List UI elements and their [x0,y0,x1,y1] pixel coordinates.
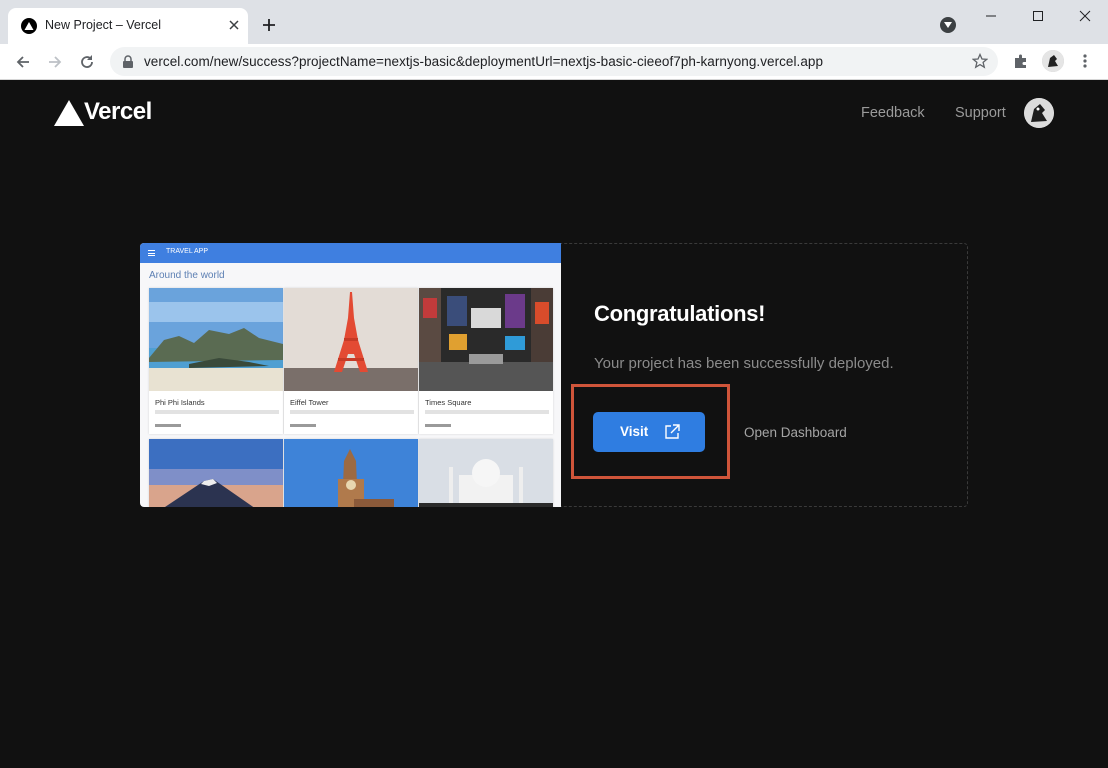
maximize-icon[interactable] [1028,6,1048,26]
browser-menu-icon[interactable] [1077,52,1093,70]
browser-tab-bar: New Project – Vercel [0,0,1108,44]
external-link-icon [663,423,681,446]
tile-learn-more [155,424,181,427]
preview-tile-eiffel: Eiffel Tower [284,288,418,434]
preview-app-title: TRAVEL APP [166,248,209,255]
tile-title: Eiffel Tower [290,398,329,407]
url-text[interactable]: vercel.com/new/success?projectName=nextj… [144,54,823,69]
reload-icon[interactable] [77,52,97,72]
eiffel-tower-photo [284,288,418,391]
tile-learn-more [290,424,316,427]
feedback-link[interactable]: Feedback [861,105,925,121]
preview-app-bar: TRAVEL APP [140,243,561,263]
open-dashboard-link[interactable]: Open Dashboard [744,425,847,440]
phi-phi-islands-photo [149,288,283,391]
tab-title: New Project – Vercel [45,18,162,32]
browser-toolbar: vercel.com/new/success?projectName=nextj… [0,44,1108,80]
taj-mahal-photo [419,439,553,507]
big-ben-photo [284,439,418,507]
preview-tile-taj-mahal [419,439,553,507]
close-window-icon[interactable] [1075,6,1095,26]
address-bar[interactable]: vercel.com/new/success?projectName=nextj… [110,47,998,76]
user-avatar[interactable] [1024,98,1054,128]
preview-tile-big-ben [284,439,418,507]
vercel-favicon-icon [21,18,37,34]
visit-button[interactable]: Visit [593,412,705,452]
preview-tile-phi-phi: Phi Phi Islands [149,288,283,434]
bookmark-star-icon[interactable] [971,52,989,74]
preview-section-title: Around the world [149,270,225,281]
minimize-icon[interactable] [981,6,1001,26]
tile-learn-more [425,424,451,427]
tile-title: Times Square [425,398,472,407]
success-heading: Congratulations! [594,301,766,326]
deployment-preview-image: TRAVEL APP Around the world Phi Phi Isla… [140,243,561,507]
browser-profile-avatar[interactable] [1042,50,1064,72]
logo-text: Vercel [84,98,152,125]
support-link[interactable]: Support [955,105,1006,121]
lock-icon[interactable] [122,55,134,74]
browser-tab[interactable]: New Project – Vercel [8,8,248,44]
preview-tile-mountain [149,439,283,507]
tile-title: Phi Phi Islands [155,398,205,407]
times-square-photo [419,288,553,391]
success-panel: Congratulations! Your project has been s… [561,243,968,507]
extensions-puzzle-icon[interactable] [1011,51,1031,71]
visit-button-label: Visit [620,424,649,439]
tile-description [155,410,279,414]
hamburger-menu-icon [148,250,155,256]
tile-description [425,410,549,414]
vercel-triangle-icon [54,100,84,126]
tab-close-icon[interactable] [225,16,243,34]
new-tab-icon[interactable] [259,15,279,35]
back-arrow-icon[interactable] [13,52,33,72]
forward-arrow-icon[interactable] [45,52,65,72]
mount-fuji-photo [149,439,283,507]
preview-tile-times-square: Times Square [419,288,553,434]
extension-download-icon[interactable] [940,17,956,33]
tile-description [290,410,414,414]
success-message: Your project has been successfully deplo… [594,355,894,372]
